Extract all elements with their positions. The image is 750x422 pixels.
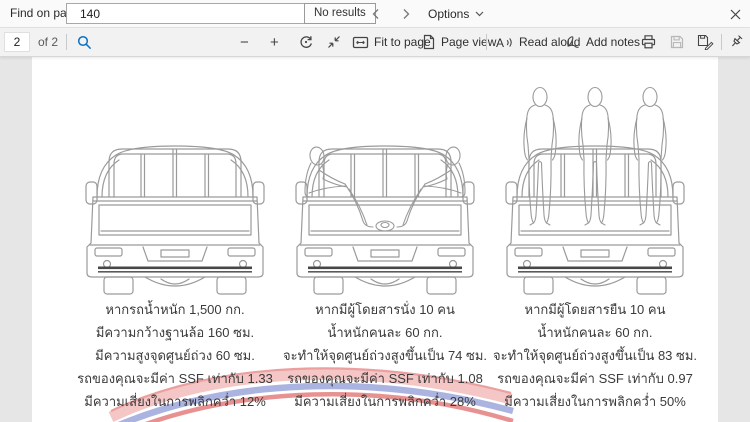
caption-line: รถของคุณจะมีค่า SSF เท่ากับ 1.33	[55, 367, 295, 390]
caption-line: รถของคุณจะมีค่า SSF เท่ากับ 1.08	[265, 367, 505, 390]
add-notes-label: Add notes	[586, 35, 640, 49]
page-count-label: of 2	[38, 28, 58, 56]
fit-to-page-icon	[352, 35, 369, 50]
collapse-arrows-icon	[326, 34, 342, 50]
find-input[interactable]	[66, 3, 309, 24]
save-as-button[interactable]	[697, 28, 714, 56]
save-icon	[669, 34, 685, 50]
pdf-page: หากรถน้ำหนัก 1,500 กก. มีความกว้างฐานล้อ…	[32, 56, 718, 422]
plus-icon: +	[270, 34, 279, 51]
caption-line: รถของคุณจะมีค่า SSF เท่ากับ 0.97	[475, 367, 715, 390]
page-number-input[interactable]	[4, 32, 30, 52]
pdf-viewer-window: Find on page No results Options	[0, 0, 750, 422]
caption-line: หากมีผู้โดยสารนั่ง 10 คน	[265, 298, 505, 321]
find-options-label: Options	[428, 7, 469, 21]
search-document-button[interactable]	[76, 28, 93, 56]
pen-icon	[565, 35, 581, 50]
add-notes-button[interactable]: Add notes	[565, 28, 640, 56]
fit-width-toggle-button[interactable]	[326, 28, 342, 56]
pdf-toolbar: of 2 − +	[0, 28, 750, 57]
save-button[interactable]	[669, 28, 685, 56]
toolbar-divider	[721, 34, 722, 50]
find-next-button[interactable]	[396, 4, 416, 24]
pin-icon	[728, 34, 744, 50]
caption-line: หากมีผู้โดยสารยืน 10 คน	[475, 298, 715, 321]
caption-line: น้ำหนักคนละ 60 กก.	[265, 321, 505, 344]
find-options-button[interactable]: Options	[428, 0, 484, 27]
minus-icon: −	[240, 34, 249, 51]
svg-text:A: A	[496, 36, 504, 50]
truck-illustration-empty	[85, 77, 265, 295]
fit-to-page-button[interactable]: Fit to page	[352, 28, 431, 56]
chevron-right-icon	[400, 8, 412, 20]
page-view-label: Page view	[441, 35, 496, 49]
zoom-in-button[interactable]: +	[270, 28, 279, 56]
toolbar-divider	[486, 34, 487, 50]
save-as-icon	[697, 34, 714, 50]
caption-line: หากรถน้ำหนัก 1,500 กก.	[55, 298, 295, 321]
truck-illustration-passengers-standing	[505, 77, 685, 295]
document-canvas[interactable]: หากรถน้ำหนัก 1,500 กก. มีความกว้างฐานล้อ…	[0, 56, 750, 422]
caption-block-3: หากมีผู้โดยสารยืน 10 คน น้ำหนักคนละ 60 ก…	[475, 298, 715, 413]
find-results-badge: No results	[304, 3, 376, 24]
rotate-button[interactable]	[298, 28, 314, 56]
print-button[interactable]	[640, 28, 657, 56]
caption-line: น้ำหนักคนละ 60 กก.	[475, 321, 715, 344]
pin-toolbar-button[interactable]	[728, 28, 744, 56]
find-close-button[interactable]	[724, 3, 746, 25]
read-aloud-icon: A	[496, 35, 514, 50]
caption-line: มีความเสี่ยงในการพลิกคว่ำ 28%	[265, 390, 505, 413]
caption-line: จะทำให้จุดศูนย์ถ่วงสูงขึ้นเป็น 74 ซม.	[265, 344, 505, 367]
truck-illustration-passengers-sitting	[295, 77, 475, 295]
toolbar-divider	[66, 34, 67, 50]
caption-line: มีความกว้างฐานล้อ 160 ซม.	[55, 321, 295, 344]
chevron-down-icon	[475, 11, 484, 17]
search-icon	[76, 34, 93, 51]
caption-line: จะทำให้จุดศูนย์ถ่วงสูงขึ้นเป็น 83 ซม.	[475, 344, 715, 367]
caption-line: มีความเสี่ยงในการพลิกคว่ำ 50%	[475, 390, 715, 413]
find-previous-button[interactable]	[366, 4, 386, 24]
zoom-out-button[interactable]: −	[240, 28, 249, 56]
find-bar: Find on page No results Options	[0, 0, 750, 28]
caption-line: มีความเสี่ยงในการพลิกคว่ำ 12%	[55, 390, 295, 413]
caption-block-1: หากรถน้ำหนัก 1,500 กก. มีความกว้างฐานล้อ…	[55, 298, 295, 413]
page-view-icon	[421, 34, 436, 50]
print-icon	[640, 34, 657, 50]
caption-line: มีความสูงจุดศูนย์ถ่วง 60 ซม.	[55, 344, 295, 367]
rotate-icon	[298, 34, 314, 50]
close-icon	[730, 9, 741, 20]
chevron-left-icon	[370, 8, 382, 20]
caption-block-2: หากมีผู้โดยสารนั่ง 10 คน น้ำหนักคนละ 60 …	[265, 298, 505, 413]
